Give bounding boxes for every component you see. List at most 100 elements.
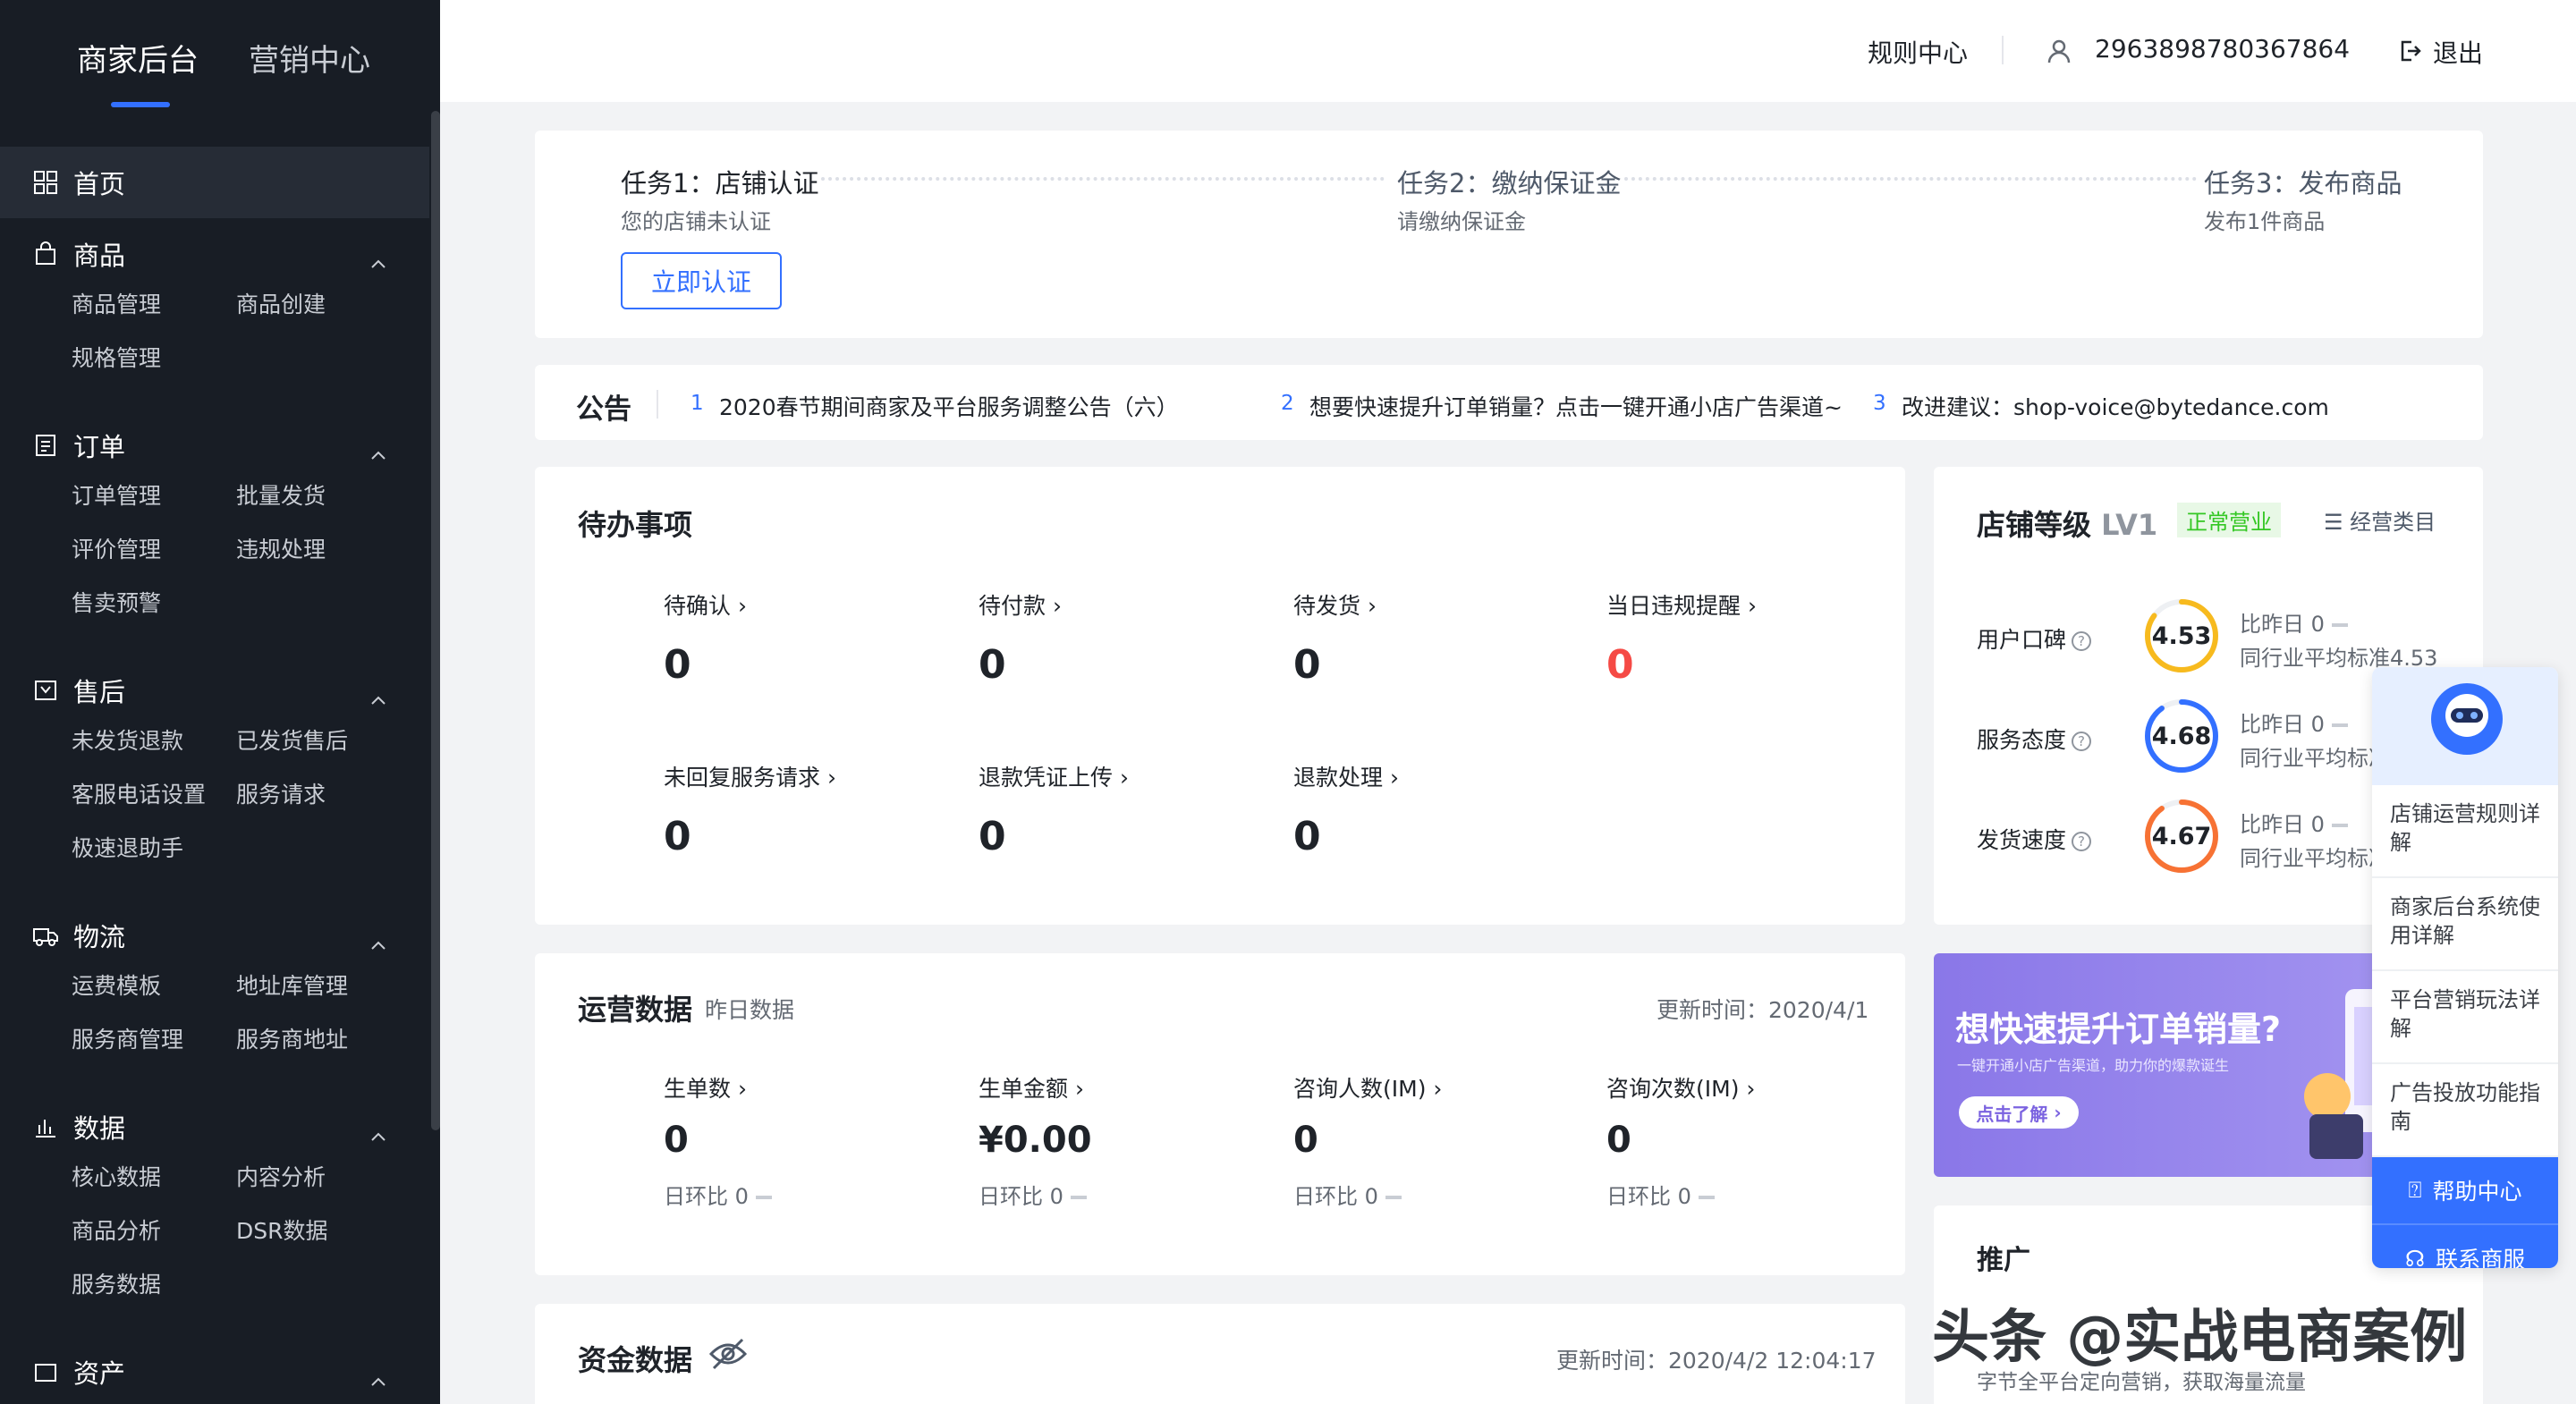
sidebar-item-address-manage[interactable]: 地址库管理: [236, 971, 401, 1002]
logout-link[interactable]: 退出: [2433, 34, 2483, 70]
notice-item-3[interactable]: 改进建议：shop-voice@bytedance.com: [1902, 390, 2329, 422]
tab-marketing-center[interactable]: 营销中心: [249, 36, 370, 80]
banner-subtitle: 一键开通小店广告渠道，助力你的爆款诞生: [1957, 1057, 2230, 1074]
sidebar-item-sales-warning[interactable]: 售卖预警: [72, 588, 236, 619]
ops-consult-times-link[interactable]: 咨询次数(IM) ›: [1606, 1071, 1755, 1104]
sidebar-group-goods-title: 商品: [73, 241, 126, 271]
todo-refund-process-link[interactable]: 退款处理 ›: [1293, 760, 1399, 792]
sidebar-item-service-request[interactable]: 服务请求: [236, 780, 401, 810]
sidebar-item-review-manage[interactable]: 评价管理: [72, 535, 236, 565]
dash-icon: [2331, 824, 2348, 827]
sidebar-item-unshipped-refund[interactable]: 未发货退款: [72, 726, 236, 757]
compare-text: 日环比 0: [979, 1184, 1063, 1209]
help-item-marketing[interactable]: 平台营销玩法详解: [2372, 971, 2558, 1064]
tab-merchant-backend[interactable]: 商家后台: [77, 36, 199, 80]
ship-speed-industry-avg: 同行业平均标准: [2240, 846, 2390, 871]
help-item-shop-rules[interactable]: 店铺运营规则详解: [2372, 785, 2558, 878]
logout-icon[interactable]: [2399, 39, 2422, 66]
robot-icon: [2431, 683, 2503, 755]
todo-to-confirm-count: 0: [664, 642, 691, 688]
user-id[interactable]: 2963898780367864: [2095, 34, 2350, 63]
sidebar-item-goods-create[interactable]: 商品创建: [236, 290, 401, 320]
funds-updated-time: 更新时间：2020/4/2 12:04:17: [1556, 1348, 1877, 1374]
sidebar-item-shipped-aftersale[interactable]: 已发货售后: [236, 726, 401, 757]
sidebar-group-assets-title: 资产: [73, 1358, 126, 1389]
sidebar-group-orders-head[interactable]: 订单: [0, 410, 429, 481]
sidebar-item-batch-ship[interactable]: 批量发货: [236, 481, 401, 512]
sidebar-item-provider-address[interactable]: 服务商地址: [236, 1025, 401, 1055]
todo-to-pay-link[interactable]: 待付款 ›: [979, 588, 1062, 621]
task-3-sub: 发布1件商品: [2204, 209, 2326, 234]
ops-amount-link[interactable]: 生单金额 ›: [979, 1071, 1084, 1104]
verify-now-button[interactable]: 立即认证: [621, 252, 782, 309]
todo-to-ship-link[interactable]: 待发货 ›: [1293, 588, 1377, 621]
todo-label: 待确认: [664, 593, 732, 619]
sidebar-item-violation[interactable]: 违规处理: [236, 535, 401, 565]
task-progress-line: [821, 177, 1385, 181]
sidebar-group-goods-head[interactable]: 商品: [0, 218, 429, 290]
sidebar-item-cs-phone[interactable]: 客服电话设置: [72, 780, 236, 810]
sidebar-item-service-data[interactable]: 服务数据: [72, 1270, 236, 1300]
todo-refund-process-count: 0: [1293, 814, 1321, 859]
sidebar-group-data-items: 核心数据 内容分析 商品分析 DSR数据 服务数据: [0, 1163, 429, 1300]
todo-to-confirm-link[interactable]: 待确认 ›: [664, 588, 747, 621]
ops-orders-link[interactable]: 生单数 ›: [664, 1071, 747, 1104]
sidebar-group-logistics: 物流 运费模板 地址库管理 服务商管理 服务商地址: [0, 900, 429, 1055]
sidebar-item-quick-refund[interactable]: 极速退助手: [72, 833, 236, 864]
help-item-system-usage[interactable]: 商家后台系统使用详解: [2372, 878, 2558, 971]
list-icon: [32, 432, 59, 459]
sidebar-item-spec-manage[interactable]: 规格管理: [72, 343, 236, 374]
business-category-label: 经营类目: [2350, 510, 2436, 535]
sidebar-item-provider-manage[interactable]: 服务商管理: [72, 1025, 236, 1055]
question-icon[interactable]: ?: [2072, 732, 2092, 751]
compare-text: 日环比 0: [664, 1184, 749, 1209]
ops-amount-compare: 日环比 0: [979, 1179, 1087, 1210]
banner-button-label: 点击了解: [1976, 1103, 2048, 1125]
question-icon[interactable]: ?: [2072, 631, 2092, 651]
help-center-button[interactable]: ⍰ 帮助中心: [2372, 1157, 2558, 1225]
todo-unreplied-link[interactable]: 未回复服务请求 ›: [664, 760, 836, 792]
truck-icon: [32, 922, 59, 949]
sidebar-item-core-data[interactable]: 核心数据: [72, 1163, 236, 1193]
sidebar-group-logistics-head[interactable]: 物流: [0, 900, 429, 971]
funds-title: 资金数据: [578, 1343, 693, 1377]
sidebar-item-freight-template[interactable]: 运费模板: [72, 971, 236, 1002]
question-box-icon: ⍰: [2408, 1177, 2422, 1203]
eye-hidden-icon[interactable]: [708, 1338, 748, 1374]
sidebar-scrollbar[interactable]: [431, 111, 440, 1130]
task-progress-line: [1624, 177, 2197, 181]
notice-item-2[interactable]: 想要快速提升订单销量？点击一键开通小店广告渠道~: [1309, 390, 1843, 422]
sidebar-item-home[interactable]: 首页: [0, 147, 429, 218]
sidebar-item-goods-manage[interactable]: 商品管理: [72, 290, 236, 320]
sidebar-group-data-head[interactable]: 数据: [0, 1091, 429, 1163]
ops-orders-compare: 日环比 0: [664, 1179, 772, 1210]
sidebar-item-order-manage[interactable]: 订单管理: [72, 481, 236, 512]
sidebar-item-dsr-data[interactable]: DSR数据: [236, 1216, 401, 1247]
todo-violation-link[interactable]: 当日违规提醒 ›: [1606, 588, 1757, 621]
notice-item-1[interactable]: 2020春节期间商家及平台服务调整公告（六）: [719, 390, 1179, 422]
top-header: 规则中心 2963898780367864 退出: [440, 0, 2576, 102]
wallet-icon: [32, 1358, 59, 1385]
sidebar-group-aftersale-head[interactable]: 售后: [0, 655, 429, 726]
question-icon[interactable]: ?: [2072, 832, 2092, 851]
chevron-up-icon: [370, 436, 386, 467]
ops-consult-users-link[interactable]: 咨询人数(IM) ›: [1293, 1071, 1442, 1104]
banner-learn-more-button[interactable]: 点击了解 ›: [1959, 1096, 2079, 1129]
task-1-sub: 您的店铺未认证: [621, 209, 771, 234]
business-category-link[interactable]: ☰ 经营类目: [2324, 504, 2436, 536]
task-1-title: 任务1：店铺认证: [621, 168, 819, 199]
sidebar-group-orders-items: 订单管理 批量发货 评价管理 违规处理 售卖预警: [0, 481, 429, 619]
todo-refund-proof-link[interactable]: 退款凭证上传 ›: [979, 760, 1129, 792]
task-3-title: 任务3：发布商品: [2204, 168, 2402, 199]
contact-service-button[interactable]: ☊ 联系商服: [2372, 1225, 2558, 1268]
compare-text: 比昨日 0: [2240, 612, 2325, 637]
sidebar-group-goods-items: 商品管理 商品创建 规格管理: [0, 290, 429, 374]
sidebar-item-content-analysis[interactable]: 内容分析: [236, 1163, 401, 1193]
ship-speed-score: 4.67: [2151, 822, 2212, 850]
sidebar-group-orders: 订单 订单管理 批量发货 评价管理 违规处理 售卖预警: [0, 410, 429, 619]
sidebar-group-assets-head[interactable]: 资产: [0, 1336, 429, 1404]
bar-chart-icon: [32, 1113, 59, 1140]
rules-center-link[interactable]: 规则中心: [1868, 34, 1968, 70]
help-item-ads-guide[interactable]: 广告投放功能指南: [2372, 1064, 2558, 1157]
sidebar-item-goods-analysis[interactable]: 商品分析: [72, 1216, 236, 1247]
